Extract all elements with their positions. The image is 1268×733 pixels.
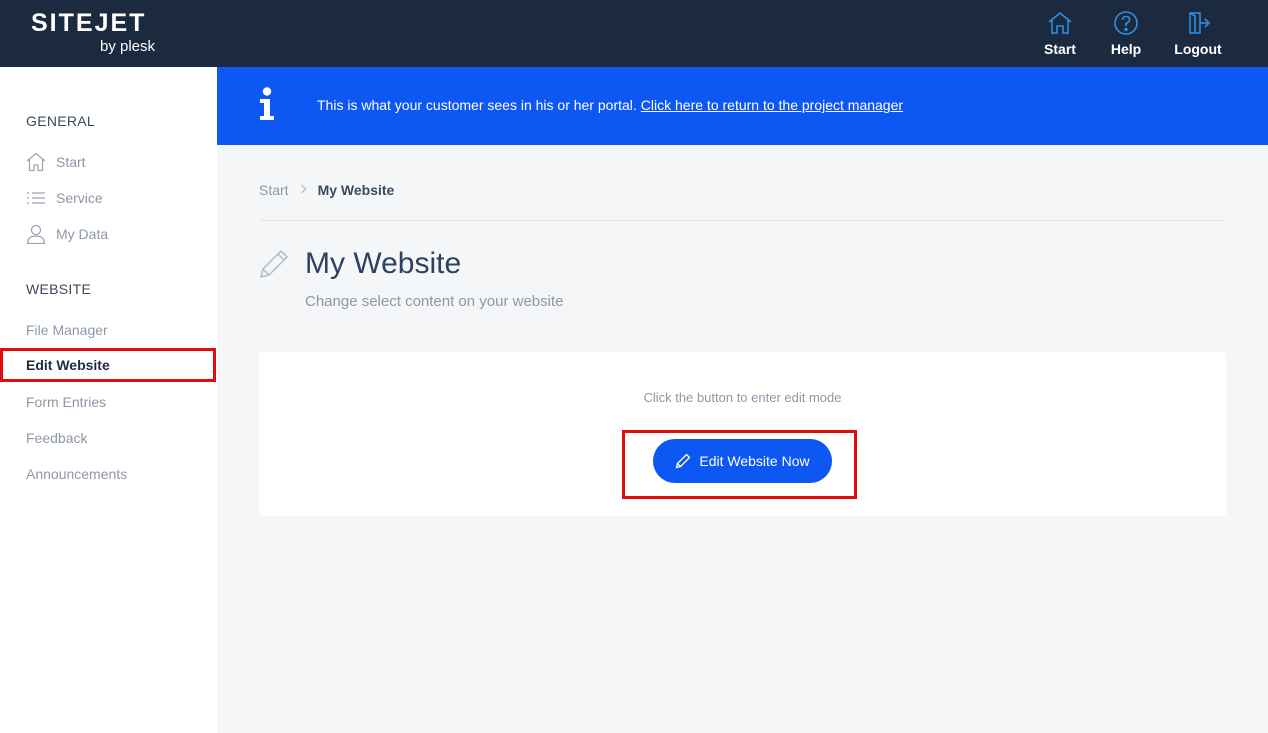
return-to-project-manager-link[interactable]: Click here to return to the project mana… [641,97,903,113]
sidebar-item-label: Start [56,154,86,170]
sidebar-item-feedback[interactable]: Feedback [26,430,87,446]
sidebar-item-label: Form Entries [26,394,107,410]
banner-text: This is what your customer sees in his o… [317,97,903,113]
pencil-icon [258,248,290,285]
top-nav-help[interactable]: Help [1096,10,1156,57]
help-icon [1096,10,1156,36]
info-icon [259,87,275,126]
sidebar-item-service[interactable]: Service [26,188,103,208]
home-icon [26,152,46,172]
page-title: My Website [305,247,462,280]
top-nav-help-label: Help [1110,41,1142,57]
page-subtitle: Change select content on your website [305,293,564,310]
sidebar-item-label: Announcements [26,466,128,482]
sidebar-item-label: My Data [56,226,109,242]
sidebar-item-label: Feedback [26,430,88,446]
breadcrumb-current: My Website [317,182,395,198]
breadcrumb-start-link[interactable]: Start [259,182,289,198]
list-icon [26,188,46,208]
logo-sub: by plesk [100,38,156,55]
user-icon [26,224,46,244]
sidebar-item-my-data[interactable]: My Data [26,224,108,244]
sidebar-item-file-manager[interactable]: File Manager [26,322,108,338]
chevron-right-icon [300,183,307,197]
banner-message: This is what your customer sees in his o… [317,97,637,113]
sidebar-item-form-entries[interactable]: Form Entries [26,394,106,410]
card-hint: Click the button to enter edit mode [643,390,842,405]
breadcrumb: Start My Website [259,182,394,198]
sidebar-item-label: Service [56,190,103,206]
home-icon [1030,10,1090,36]
button-highlight-frame: Edit Website Now [622,430,857,499]
top-bar: SITEJET by plesk Start Help Logout [0,0,1268,67]
breadcrumb-divider [259,220,1226,221]
sidebar-item-label: Edit Website [26,357,110,373]
top-nav-logout-label: Logout [1174,41,1222,57]
sidebar-item-edit-website[interactable]: Edit Website [0,348,216,382]
sidebar-heading-website: WEBSITE [26,281,92,297]
sidebar-item-announcements[interactable]: Announcements [26,466,127,482]
sidebar: GENERAL Start Service My Data WEBSITE Fi… [0,67,217,733]
sidebar-item-start[interactable]: Start [26,152,86,172]
logout-icon [1168,10,1228,36]
info-banner: This is what your customer sees in his o… [217,67,1268,145]
logo[interactable]: SITEJET by plesk [31,9,155,55]
top-nav-logout[interactable]: Logout [1168,10,1228,57]
top-nav-start-label: Start [1044,41,1076,57]
edit-website-now-button[interactable]: Edit Website Now [653,439,832,483]
edit-mode-card: Click the button to enter edit mode Edit… [259,352,1226,516]
logo-main: SITEJET [31,9,147,37]
edit-website-now-label: Edit Website Now [699,453,810,469]
pencil-icon [675,453,691,469]
top-nav-start[interactable]: Start [1030,10,1090,57]
sidebar-item-label: File Manager [26,322,108,338]
sidebar-heading-general: GENERAL [26,113,96,129]
